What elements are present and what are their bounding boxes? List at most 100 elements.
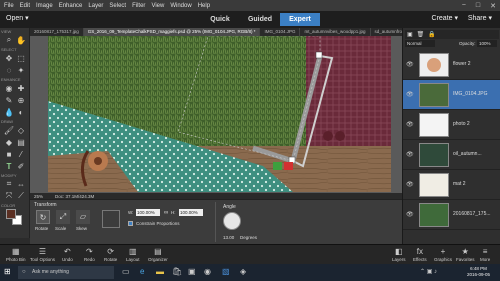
- app-icon[interactable]: ▣: [188, 267, 196, 276]
- layers-button[interactable]: ◧ Layers: [392, 247, 406, 262]
- organizer-button[interactable]: ▤ Organizer: [148, 247, 168, 262]
- blur-tool-icon[interactable]: 💧: [4, 107, 14, 117]
- layer-row[interactable]: 👁 oil_autumn...: [403, 140, 500, 170]
- marquee-tool-icon[interactable]: ⬚: [16, 53, 26, 63]
- menu-file[interactable]: File: [4, 3, 14, 9]
- menu-enhance[interactable]: Enhance: [59, 3, 83, 9]
- height-field[interactable]: 100.00%: [179, 209, 203, 216]
- move-tool-icon[interactable]: ✥: [4, 53, 14, 63]
- visibility-eye-icon[interactable]: 👁: [406, 211, 414, 218]
- visibility-eye-icon[interactable]: 👁: [406, 61, 414, 68]
- pencil-tool-icon[interactable]: ✐: [16, 161, 26, 171]
- new-layer-icon[interactable]: ▣: [407, 31, 413, 38]
- minimize-button[interactable]: −: [462, 2, 466, 9]
- angle-value[interactable]: 13.00: [223, 235, 234, 240]
- mode-guided[interactable]: Guided: [240, 13, 280, 26]
- eye-tool-icon[interactable]: ◉: [4, 83, 14, 93]
- favorites-button[interactable]: ★ Favorites: [456, 247, 475, 262]
- tray-icons[interactable]: ⌃ ▣ ♪: [420, 268, 437, 275]
- open-button[interactable]: Open ▾: [6, 14, 29, 22]
- mode-quick[interactable]: Quick: [200, 13, 240, 26]
- hand-tool-icon[interactable]: ✋: [16, 35, 26, 45]
- constrain-checkbox[interactable]: [128, 221, 133, 226]
- more-button[interactable]: ≡ More: [480, 247, 490, 262]
- effects-button[interactable]: fx Effects: [413, 247, 427, 262]
- shape-tool-icon[interactable]: ■: [4, 149, 14, 159]
- mode-expert[interactable]: Expert: [280, 13, 320, 26]
- scale-icon[interactable]: ⤢: [56, 210, 70, 224]
- rotate-icon[interactable]: ↻: [36, 210, 50, 224]
- document-canvas[interactable]: [48, 36, 391, 192]
- type-tool-icon[interactable]: T: [4, 161, 14, 171]
- layer-name[interactable]: oil_autumn...: [453, 151, 482, 157]
- create-button[interactable]: Create ▾: [432, 14, 458, 22]
- sponge-tool-icon[interactable]: ◐: [16, 107, 26, 117]
- eyedropper-icon[interactable]: ⁄: [16, 149, 26, 159]
- lock-icon[interactable]: 🔒: [428, 31, 435, 38]
- menu-filter[interactable]: Filter: [132, 3, 145, 9]
- menu-window[interactable]: Window: [170, 3, 191, 9]
- photoshop-elements-icon[interactable]: ▧: [222, 267, 230, 276]
- visibility-eye-icon[interactable]: 👁: [406, 91, 414, 98]
- redo-button[interactable]: ↷ Redo: [84, 247, 95, 262]
- reference-point-locator[interactable]: [102, 210, 120, 228]
- gradient-tool-icon[interactable]: ▤: [16, 137, 26, 147]
- link-icon[interactable]: ∞: [164, 210, 168, 216]
- brush-tool-icon[interactable]: 🖌: [4, 125, 14, 135]
- cancel-transform-icon[interactable]: [284, 162, 293, 170]
- share-button[interactable]: Share ▾: [468, 14, 492, 22]
- layer-row[interactable]: 👁 mat 2: [403, 170, 500, 200]
- app-icon[interactable]: ◈: [240, 267, 246, 276]
- photo-bin-button[interactable]: ▦ Photo Bin: [6, 247, 26, 262]
- layer-row[interactable]: 👁 20160817_175...: [403, 200, 500, 230]
- menu-select[interactable]: Select: [109, 3, 126, 9]
- layer-row[interactable]: 👁 photo 2: [403, 110, 500, 140]
- doc-tab-active[interactable]: GS_2016_09_TemplateChalkPSD_maggiefs.psd…: [83, 28, 261, 36]
- magic-wand-icon[interactable]: ✦: [16, 65, 26, 75]
- layer-name[interactable]: photo 2: [453, 121, 470, 127]
- layout-button[interactable]: ▥ Layout: [126, 247, 140, 262]
- width-field[interactable]: 100.00%: [136, 209, 160, 216]
- angle-dial[interactable]: [223, 212, 241, 230]
- windows-start-icon[interactable]: ⊞: [4, 267, 11, 276]
- undo-button[interactable]: ↶ Undo: [62, 247, 73, 262]
- menu-edit[interactable]: Edit: [20, 3, 30, 9]
- smart-brush-icon[interactable]: ✎: [4, 95, 14, 105]
- edge-icon[interactable]: e: [140, 267, 144, 276]
- foreground-color-swatch[interactable]: [6, 209, 16, 219]
- paint-bucket-icon[interactable]: ◆: [4, 137, 14, 147]
- canvas-area[interactable]: [30, 36, 402, 193]
- trash-icon[interactable]: 🗑: [417, 31, 425, 38]
- visibility-eye-icon[interactable]: 👁: [406, 181, 414, 188]
- content-move-icon[interactable]: ⤧: [4, 191, 14, 201]
- clone-stamp-icon[interactable]: ⊕: [16, 95, 26, 105]
- layer-name[interactable]: 20160817_175...: [453, 211, 491, 217]
- doc-tab[interactable]: 20160817_175317.jpg: [30, 28, 84, 36]
- eraser-tool-icon[interactable]: ◇: [16, 125, 26, 135]
- doc-tab[interactable]: mt_autumnvibes_woodpp1.jpg: [300, 28, 371, 36]
- doc-tab[interactable]: IMG_0104.JPG: [260, 28, 301, 36]
- layer-name[interactable]: IMG_0104.JPG: [453, 91, 487, 97]
- crop-tool-icon[interactable]: ⌗: [4, 179, 14, 189]
- straighten-tool-icon[interactable]: ⟋: [16, 191, 26, 201]
- task-view-icon[interactable]: ▭: [122, 267, 130, 276]
- rotate-button[interactable]: ⟳ Rotate: [104, 247, 117, 262]
- tool-options-button[interactable]: ☰ Tool Options: [30, 247, 55, 262]
- taskbar-clock[interactable]: 6:48 PM 2016-09-05: [467, 266, 490, 278]
- layer-name[interactable]: flower 2: [453, 61, 471, 67]
- folder-icon[interactable]: ▬: [156, 267, 164, 276]
- menu-help[interactable]: Help: [198, 3, 210, 9]
- close-button[interactable]: ✕: [490, 2, 496, 10]
- doc-tab[interactable]: sd_autumnfrolic: [371, 28, 402, 36]
- maximize-button[interactable]: □: [476, 2, 480, 9]
- blend-mode-select[interactable]: Normal: [405, 40, 435, 47]
- taskbar-search[interactable]: ○ Ask me anything: [18, 266, 114, 279]
- store-icon[interactable]: 🛍: [172, 267, 182, 276]
- recompose-tool-icon[interactable]: ⇔: [16, 179, 26, 189]
- layer-row[interactable]: 👁 flower 2: [403, 50, 500, 80]
- spot-heal-icon[interactable]: ✚: [16, 83, 26, 93]
- graphics-button[interactable]: + Graphics: [434, 247, 452, 262]
- layer-name[interactable]: mat 2: [453, 181, 466, 187]
- visibility-eye-icon[interactable]: 👁: [406, 121, 414, 128]
- skew-icon[interactable]: ▱: [76, 210, 90, 224]
